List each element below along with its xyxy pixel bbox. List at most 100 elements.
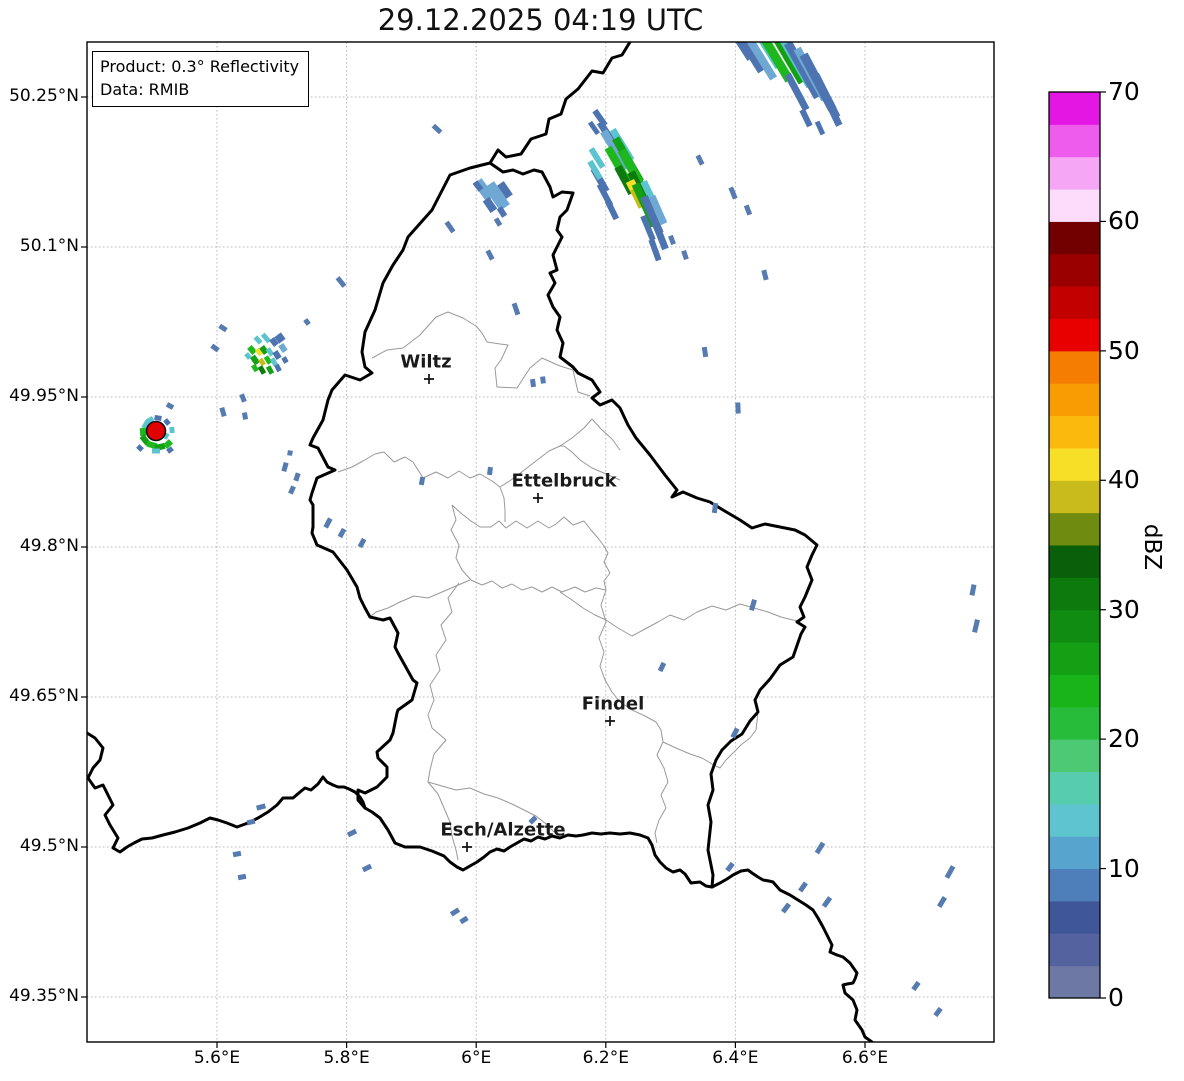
echo-cell (260, 332, 272, 344)
colorbar-segment (1049, 609, 1100, 643)
echo-cell (163, 418, 171, 426)
echo-dash (728, 186, 738, 200)
plot-frame (86, 41, 995, 1043)
colorbar-tick-label: 50 (1108, 335, 1140, 365)
echo-dash (701, 346, 709, 358)
colorbar-segment (1049, 932, 1100, 967)
echo-dash (944, 865, 956, 879)
echo-dash (657, 661, 667, 673)
colorbar-segment (1049, 253, 1100, 287)
echo-dash (933, 1006, 943, 1018)
colorbar-segment (1049, 156, 1100, 190)
echo-dash (487, 466, 493, 476)
colorbar-segment (1049, 123, 1100, 158)
echo-dash (511, 302, 521, 316)
y-tick-label: 50.1°N (19, 236, 79, 256)
colorbar-segment (1049, 641, 1100, 675)
echo-cell (154, 414, 162, 422)
echo-dash (241, 412, 249, 420)
x-tick-label: 6.6°E (841, 1048, 889, 1068)
echo-dash (337, 527, 347, 539)
echo-dash (239, 393, 247, 403)
city-marker (462, 842, 472, 852)
colorbar-segment (1049, 544, 1100, 578)
colorbar-segment (1049, 835, 1100, 870)
echo-dash (255, 803, 267, 811)
colorbar-tick-label: 40 (1108, 465, 1140, 495)
canton-border (369, 579, 471, 618)
echo-dash (743, 204, 753, 216)
echo-dash (798, 881, 808, 893)
echo-dash (431, 123, 443, 135)
echo-cell (814, 120, 826, 136)
colorbar-tick-label: 60 (1108, 206, 1140, 236)
echo-dash (725, 861, 735, 873)
radar-figure: 29.12.2025 04:19 UTC Product: 0.3° Refle… (0, 0, 1184, 1081)
colorbar-segment (1049, 318, 1100, 352)
echo-cell (249, 354, 261, 366)
y-tick-label: 49.5°N (19, 836, 79, 856)
echo-dash (821, 896, 833, 908)
echo-dash (668, 234, 676, 246)
echo-dash (530, 378, 536, 388)
echo-dash (681, 249, 689, 261)
x-tick-label: 6°E (461, 1048, 492, 1068)
echo-dash (218, 323, 228, 333)
echo-dash (361, 863, 373, 873)
colorbar-segment (1049, 479, 1100, 514)
city-label: Findel (581, 693, 645, 715)
echo-dash (237, 873, 247, 881)
colorbar-segment (1049, 512, 1100, 546)
echo-dash (761, 269, 769, 281)
echo-cell (169, 426, 175, 434)
echo-cell (152, 448, 160, 454)
colorbar-tick-label: 70 (1108, 77, 1140, 106)
colorbar-tick-label: 30 (1108, 594, 1140, 624)
colorbar-segment (1049, 803, 1100, 837)
echo-dash (281, 461, 289, 473)
echo-dash (780, 902, 792, 914)
echo-dash (219, 406, 227, 418)
colorbar-segment (1049, 382, 1100, 417)
echo-dash (323, 517, 333, 529)
city-label: Wiltz (400, 351, 452, 373)
echo-cell (821, 93, 843, 127)
colorbar-segment (1049, 447, 1100, 481)
colorbar-label: dBZ (1139, 523, 1165, 571)
echo-dash (695, 154, 705, 166)
info-box-product: Product: 0.3° Reflectivity (100, 57, 300, 76)
colorbar-tick-label: 0 (1108, 983, 1124, 1012)
colorbar-segment (1049, 706, 1100, 740)
echo-dash (346, 828, 358, 838)
echo-dash (288, 485, 296, 495)
city-marker (605, 716, 615, 726)
country-border (308, 161, 492, 810)
echo-dash (969, 584, 977, 596)
city-marker (424, 374, 434, 384)
canton-border (499, 486, 506, 522)
echo-cell (265, 347, 275, 357)
city-marker (533, 493, 543, 503)
echo-dash (357, 537, 367, 549)
canton-border (559, 591, 801, 637)
echo-cell (281, 356, 289, 364)
y-tick-label: 49.65°N (9, 686, 79, 706)
echo-dash (493, 217, 503, 227)
echo-cell (139, 427, 147, 437)
echo-cell (799, 108, 813, 128)
echo-cell (587, 120, 601, 136)
colorbar-segment (1049, 738, 1100, 772)
canton-border (450, 504, 611, 593)
echo-cell (265, 365, 275, 375)
info-box: Product: 0.3° Reflectivity Data: RMIB (92, 51, 310, 107)
colorbar-segment (1049, 673, 1100, 708)
echo-dash (749, 599, 757, 611)
colorbar-segment (1049, 900, 1100, 934)
echo-dash (210, 343, 220, 353)
echo-cell (278, 343, 288, 353)
x-tick-label: 5.6°E (193, 1048, 241, 1068)
colorbar-segment (1049, 576, 1100, 611)
echo-dash (232, 850, 242, 858)
colorbar-segment (1049, 285, 1100, 319)
echo-dash (459, 915, 469, 925)
